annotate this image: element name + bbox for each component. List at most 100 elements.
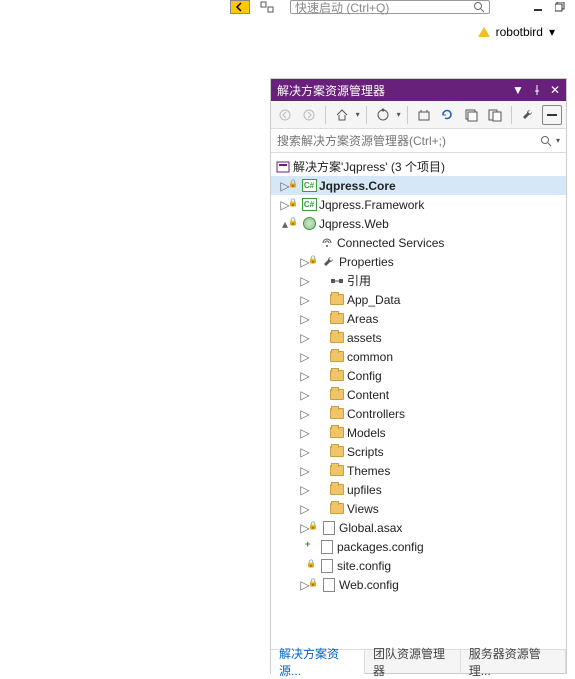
connected-services-node[interactable]: Connected Services [271, 233, 566, 252]
home-button[interactable] [332, 105, 352, 125]
file-icon [321, 520, 337, 536]
quick-launch-box[interactable]: 快速启动 (Ctrl+Q) [290, 0, 490, 14]
expander-icon[interactable]: ▷ [299, 370, 311, 382]
expander-icon[interactable]: ▷ [299, 351, 311, 363]
tree-label: upfiles [347, 483, 382, 497]
expander-icon[interactable]: ▷ [299, 484, 311, 496]
folder-icon [329, 311, 345, 327]
yellow-button[interactable] [230, 0, 250, 14]
refresh-button[interactable] [437, 105, 457, 125]
back-button[interactable] [275, 105, 295, 125]
close-icon[interactable]: ✕ [550, 83, 560, 97]
file-node-web-config[interactable]: ▷ 🔒 Web.config [271, 575, 566, 594]
expander-icon[interactable]: ▷ [299, 465, 311, 477]
show-all-button[interactable] [485, 105, 505, 125]
folder-node-assets[interactable]: ▷ assets [271, 328, 566, 347]
references-node[interactable]: ▷ 引用 [271, 271, 566, 290]
expander-icon[interactable]: ▷ [299, 294, 311, 306]
tree-label: Controllers [347, 407, 405, 421]
folder-icon [329, 463, 345, 479]
folder-node-views[interactable]: ▷Views [271, 499, 566, 518]
folder-node-app-data[interactable]: ▷ App_Data [271, 290, 566, 309]
minimize-button[interactable] [533, 2, 543, 12]
tree-label: Models [347, 426, 386, 440]
top-bar: 快速启动 (Ctrl+Q) [230, 0, 575, 14]
csharp-project-icon: C# [301, 178, 317, 194]
chevron-down-icon[interactable]: ▾ [356, 110, 360, 119]
expander-icon[interactable]: ▷ [299, 503, 311, 515]
separator [366, 106, 367, 124]
folder-icon [329, 444, 345, 460]
file-node-packages-config[interactable]: + packages.config [271, 537, 566, 556]
collapse-icon [464, 108, 478, 122]
tree-label: Web.config [339, 578, 399, 592]
properties-button[interactable] [518, 105, 538, 125]
pending-button[interactable] [414, 105, 434, 125]
references-icon [329, 273, 345, 289]
extensions-button[interactable] [258, 0, 276, 14]
folder-node-common[interactable]: ▷common [271, 347, 566, 366]
separator [511, 106, 512, 124]
forward-button[interactable] [299, 105, 319, 125]
panel-titlebar[interactable]: 解决方案资源管理器 ▼ ✕ [271, 79, 566, 101]
properties-node[interactable]: ▷ 🔒 Properties [271, 252, 566, 271]
panel-toolbar: ▾ ▾ [271, 101, 566, 129]
tab-label: 服务器资源管理... [469, 645, 557, 679]
tab-team-explorer[interactable]: 团队资源管理器 [365, 650, 461, 674]
dropdown-icon[interactable]: ▼ [512, 83, 524, 97]
preview-button[interactable] [542, 105, 562, 125]
chevron-down-icon[interactable]: ▾ [556, 136, 560, 145]
expander-icon[interactable]: ▷ [299, 389, 311, 401]
chevron-down-icon[interactable]: ▾ [397, 110, 401, 119]
tab-server-explorer[interactable]: 服务器资源管理... [461, 650, 566, 674]
tree-label: Properties [339, 255, 394, 269]
folder-node-content[interactable]: ▷ Content [271, 385, 566, 404]
folder-node-areas[interactable]: ▷Areas [271, 309, 566, 328]
tree-label: Global.asax [339, 521, 402, 535]
expander-icon[interactable]: ▷ [299, 446, 311, 458]
user-account[interactable]: robotbird ▾ [478, 25, 555, 39]
expander-icon[interactable]: ▷ [299, 332, 311, 344]
tree-label: packages.config [337, 540, 424, 554]
refresh-icon [440, 108, 454, 122]
expander-icon[interactable]: ▷ [299, 427, 311, 439]
expander-icon[interactable]: ▷ [299, 313, 311, 325]
tree-label: App_Data [347, 293, 400, 307]
user-name-label: robotbird [496, 25, 543, 39]
back-arrow-icon [235, 2, 245, 12]
tree-label: assets [347, 331, 382, 345]
lock-icon: 🔒 [288, 198, 298, 207]
folder-icon [329, 330, 345, 346]
search-input[interactable] [277, 134, 540, 148]
connected-services-icon [319, 235, 335, 251]
folder-node-themes[interactable]: ▷ Themes [271, 461, 566, 480]
tab-solution-explorer[interactable]: 解决方案资源... [271, 650, 365, 674]
folder-icon [329, 349, 345, 365]
tree-label: Content [347, 388, 389, 402]
file-icon [319, 539, 335, 555]
folder-node-models[interactable]: ▷ Models [271, 423, 566, 442]
project-node-web[interactable]: ▴ 🔒 Jqpress.Web [271, 214, 566, 233]
expander-icon[interactable]: ▷ [299, 408, 311, 420]
pin-icon[interactable] [532, 85, 542, 95]
warning-icon [478, 27, 490, 37]
folder-node-controllers[interactable]: ▷ Controllers [271, 404, 566, 423]
separator [325, 106, 326, 124]
file-node-global-asax[interactable]: ▷ 🔒 Global.asax [271, 518, 566, 537]
project-node-core[interactable]: ▷ 🔒 C# Jqpress.Core [271, 176, 566, 195]
sync-button[interactable] [373, 105, 393, 125]
restore-button[interactable] [555, 2, 565, 12]
tree-label: 引用 [347, 272, 371, 289]
solution-node[interactable]: 解决方案'Jqpress' (3 个项目) [271, 157, 566, 176]
collapse-button[interactable] [461, 105, 481, 125]
solution-explorer-panel: 解决方案资源管理器 ▼ ✕ ▾ ▾ ▾ 解决方案'Jqpress' (3 个项目 [270, 78, 567, 674]
folder-node-scripts[interactable]: ▷Scripts [271, 442, 566, 461]
file-node-site-config[interactable]: 🔒 site.config [271, 556, 566, 575]
plus-icon: + [305, 539, 310, 549]
lock-icon: 🔒 [288, 217, 298, 226]
folder-node-config[interactable]: ▷Config [271, 366, 566, 385]
project-node-framework[interactable]: ▷ 🔒 C# Jqpress.Framework [271, 195, 566, 214]
folder-node-upfiles[interactable]: ▷ upfiles [271, 480, 566, 499]
expander-icon[interactable]: ▷ [299, 275, 311, 287]
tree-label: Themes [347, 464, 390, 478]
